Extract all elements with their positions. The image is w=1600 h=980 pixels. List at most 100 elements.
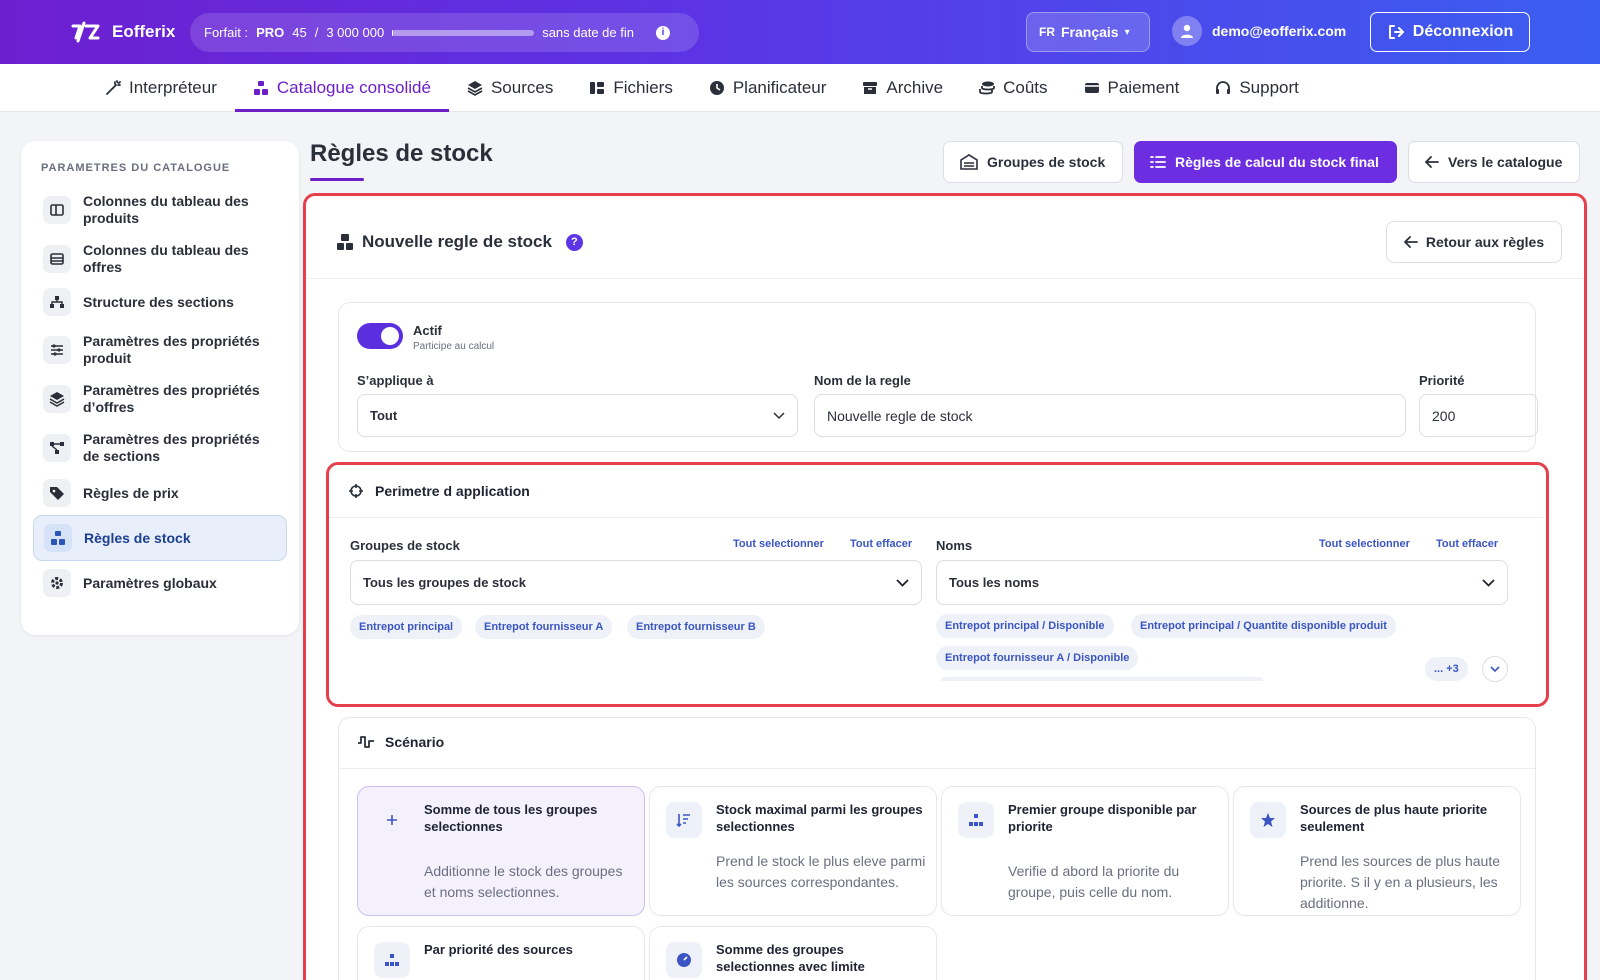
nav-item-headset[interactable]: Support bbox=[1197, 64, 1317, 112]
applies-to-select[interactable]: Tout bbox=[357, 394, 798, 437]
nav-item-card[interactable]: Paiement bbox=[1066, 64, 1198, 112]
plus-icon bbox=[374, 802, 410, 838]
rule-heading: Nouvelle regle de stock ? bbox=[336, 232, 583, 252]
nav-item-wand[interactable]: Interpréteur bbox=[87, 64, 235, 112]
sidebar-item-label: Paramètres globaux bbox=[83, 574, 217, 591]
main-nav: Interpréteur Catalogue consolidé Sources Fi… bbox=[0, 64, 1600, 112]
scenario-title: Stock maximal parmi les groupes selectio… bbox=[716, 802, 923, 834]
nav-item-clock[interactable]: Planificateur bbox=[691, 64, 845, 112]
scope-heading: Perimetre d application bbox=[349, 483, 530, 499]
list-check-icon bbox=[1150, 156, 1166, 168]
scenario-description: Prend le stock le plus eleve parmi les s… bbox=[716, 853, 926, 890]
logout-label: Déconnexion bbox=[1412, 23, 1514, 40]
final-stock-rules-label: Règles de calcul du stock final bbox=[1175, 154, 1379, 170]
boxes-icon bbox=[337, 234, 353, 250]
nav-label: Interpréteur bbox=[129, 78, 217, 97]
chevron-down-icon bbox=[773, 411, 785, 419]
scenario-heading: Scénario bbox=[357, 734, 444, 750]
scenario-option-sum-with-limit[interactable]: Somme des groupes selectionnes avec limi… bbox=[649, 926, 937, 980]
sidebar-item-label: Colonnes du tableau des offres bbox=[83, 242, 249, 275]
sidebar-item-stock-rules[interactable]: Règles de stock bbox=[33, 515, 287, 561]
stock-groups-select[interactable]: Tous les groupes de stock bbox=[350, 560, 922, 605]
scenario-option-by-source-priority[interactable]: Par priorité des sources bbox=[357, 926, 645, 980]
group-chip[interactable]: Entrepot fournisseur A bbox=[475, 615, 613, 639]
sidebar-item-product-columns[interactable]: Colonnes du tableau des produits bbox=[33, 187, 287, 233]
plan-limit: 3 000 000 bbox=[326, 25, 385, 40]
sidebar-item-sections-structure[interactable]: Structure des sections bbox=[33, 285, 287, 319]
nav-label: Support bbox=[1239, 78, 1299, 97]
final-stock-rules-button[interactable]: Règles de calcul du stock final bbox=[1134, 141, 1397, 183]
plan-separator: / bbox=[314, 25, 319, 40]
sidebar-item-price-rules[interactable]: Règles de prix bbox=[33, 476, 287, 510]
scenario-option-highest-priority[interactable]: Sources de plus haute priorite seulement… bbox=[1233, 786, 1521, 916]
logout-button[interactable]: Déconnexion bbox=[1370, 12, 1530, 52]
info-icon[interactable]: i bbox=[655, 25, 670, 40]
sidebar-item-product-properties[interactable]: Paramètres des propriétés produit bbox=[33, 327, 287, 373]
groups-select-all-link[interactable]: Tout selectionner bbox=[733, 538, 824, 550]
catalog-settings-sidebar: PARAMETRES DU CATALOGUE Colonnes du tabl… bbox=[21, 141, 299, 635]
rule-name-input[interactable]: Nouvelle regle de stock bbox=[814, 394, 1406, 437]
files-icon bbox=[590, 82, 605, 94]
hierarchy-icon bbox=[374, 942, 410, 978]
sidebar-item-section-properties[interactable]: Paramètres des propriétés de sections bbox=[33, 425, 287, 471]
gauge-icon bbox=[666, 942, 702, 978]
nav-item-layers[interactable]: Sources bbox=[449, 64, 571, 112]
sections-structure-icon bbox=[43, 288, 71, 316]
user-menu[interactable]: demo@eofferix.com bbox=[1172, 16, 1346, 46]
sidebar-item-label: Paramètres des propriétés de sections bbox=[83, 431, 260, 464]
nav-item-files[interactable]: Fichiers bbox=[571, 64, 691, 112]
scenario-option-first-available[interactable]: Premier groupe disponible par priorite Ve… bbox=[941, 786, 1229, 916]
toggle-knob bbox=[381, 327, 399, 345]
applies-to-value: Tout bbox=[370, 408, 398, 423]
scenario-description: Additionne le stock des groupes et noms … bbox=[424, 863, 623, 900]
nav-item-archive[interactable]: Archive bbox=[844, 64, 961, 112]
to-catalog-button[interactable]: Vers le catalogue bbox=[1408, 141, 1580, 183]
scenario-title: Scénario bbox=[385, 734, 445, 750]
scenario-description: Prend les sources de plus haute priorite… bbox=[1300, 853, 1501, 911]
sidebar-item-label: Règles de prix bbox=[83, 484, 179, 501]
scenario-title: Somme de tous les groupes selectionnes bbox=[424, 802, 598, 834]
sidebar-item-offer-properties[interactable]: Paramètres des propriétés d’offres bbox=[33, 376, 287, 422]
to-catalog-label: Vers le catalogue bbox=[1448, 154, 1563, 170]
hierarchy-icon bbox=[958, 802, 994, 838]
names-clear-link[interactable]: Tout effacer bbox=[1436, 538, 1498, 550]
active-toggle[interactable] bbox=[357, 323, 403, 349]
chevron-down-icon bbox=[896, 578, 909, 587]
names-select[interactable]: Tous les noms bbox=[936, 560, 1508, 605]
groups-clear-link[interactable]: Tout effacer bbox=[850, 538, 912, 550]
priority-label: Priorité bbox=[1419, 373, 1465, 388]
sidebar-item-offer-columns[interactable]: Colonnes du tableau des offres bbox=[33, 236, 287, 282]
nav-label: Archive bbox=[886, 78, 944, 97]
priority-value: 200 bbox=[1432, 407, 1456, 424]
nav-item-catalog[interactable]: Catalogue consolidé bbox=[234, 64, 450, 112]
sidebar-item-label: Paramètres des propriétés d’offres bbox=[83, 382, 260, 415]
scenario-option-max-stock[interactable]: Stock maximal parmi les groupes selectio… bbox=[649, 786, 937, 916]
scenario-option-sum-all-groups[interactable]: Somme de tous les groupes selectionnes Ad… bbox=[357, 786, 645, 916]
nav-item-coins[interactable]: Coûts bbox=[961, 64, 1065, 112]
sidebar-item-global-settings[interactable]: Paramètres globaux bbox=[33, 566, 287, 600]
stock-groups-field-label: Groupes de stock bbox=[350, 538, 460, 553]
name-chip[interactable]: Entrepot principal / Disponible bbox=[936, 614, 1114, 638]
name-chip[interactable]: Entrepot fournisseur A / Disponible bbox=[936, 646, 1139, 670]
applies-to-label: S’applique à bbox=[357, 373, 434, 388]
plan-used: 45 bbox=[292, 25, 307, 40]
priority-input[interactable]: 200 bbox=[1419, 394, 1538, 437]
names-select-all-link[interactable]: Tout selectionner bbox=[1319, 538, 1410, 550]
name-chip[interactable]: Entrepot principal / Quantite disponible… bbox=[1131, 614, 1396, 638]
stock-groups-button[interactable]: Groupes de stock bbox=[943, 141, 1123, 183]
sort-desc-icon bbox=[666, 802, 702, 838]
nav-label: Fichiers bbox=[613, 78, 673, 97]
more-names-chip[interactable]: ... +3 bbox=[1425, 657, 1468, 681]
pulse-icon bbox=[358, 736, 374, 748]
back-to-rules-button[interactable]: Retour aux règles bbox=[1386, 221, 1562, 263]
group-chip[interactable]: Entrepot fournisseur B bbox=[627, 615, 765, 639]
divider bbox=[339, 768, 1535, 769]
language-code: FR bbox=[1039, 25, 1055, 39]
help-icon[interactable]: ? bbox=[565, 233, 583, 251]
expand-names-button[interactable] bbox=[1482, 656, 1508, 682]
brand-logo[interactable]: Eofferix bbox=[70, 20, 175, 44]
plan-name: PRO bbox=[256, 25, 285, 40]
group-chip[interactable]: Entrepot principal bbox=[350, 615, 463, 639]
language-selector[interactable]: FR Français ▾ bbox=[1026, 12, 1150, 52]
chevron-down-icon bbox=[1482, 578, 1495, 587]
